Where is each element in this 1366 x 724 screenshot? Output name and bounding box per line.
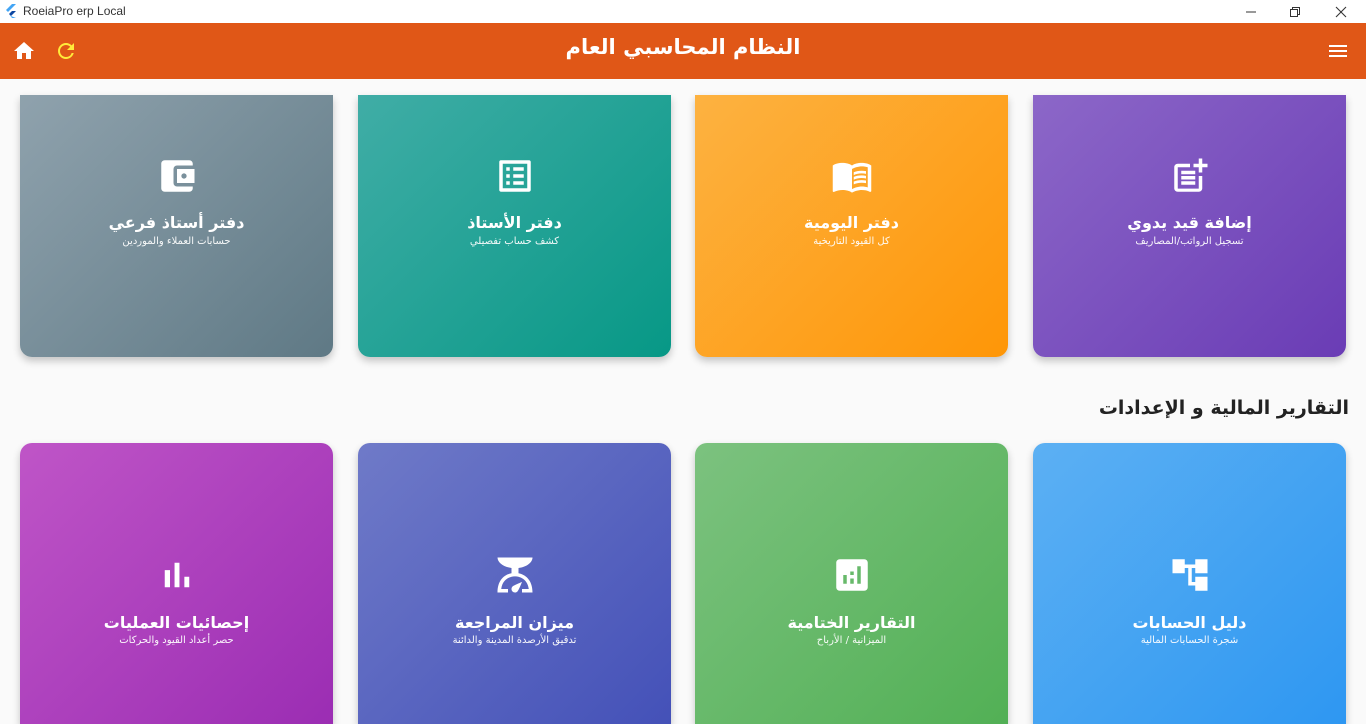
hamburger-menu-icon: [1329, 45, 1347, 57]
minimize-icon: [1246, 11, 1256, 12]
app-bar: النظام المحاسبي العام: [0, 23, 1366, 79]
card-subtitle: حسابات العملاء والموردين: [122, 236, 231, 247]
analytics-icon: [836, 559, 868, 591]
card-trial-balance[interactable]: ميزان المراجعة تدقيق الأرصدة المدينة وال…: [358, 443, 671, 724]
card-subtitle: حصر أعداد القيود والحركات: [119, 635, 234, 646]
close-icon: [1335, 6, 1347, 17]
card-subtitle: تسجيل الرواتب/المصاريف: [1135, 236, 1244, 247]
card-title: التقارير الختامية: [787, 613, 916, 632]
card-title: ميزان المراجعة: [454, 613, 575, 632]
card-title: إحصائيات العمليات: [103, 613, 250, 632]
close-button[interactable]: [1318, 0, 1364, 23]
home-button[interactable]: [12, 39, 36, 63]
card-title: دفتر اليومية: [804, 213, 899, 232]
card-chart-of-accounts[interactable]: دليل الحسابات شجرة الحسابات المالية: [1033, 443, 1346, 724]
minimize-button[interactable]: [1228, 0, 1274, 23]
card-general-ledger[interactable]: دفتر الأستاذ كشف حساب تفصيلي: [358, 95, 671, 357]
flutter-logo-icon: [6, 4, 16, 18]
card-final-reports[interactable]: التقارير الختامية الميزانية / الأرباح: [695, 443, 1008, 724]
menu-button[interactable]: [1326, 39, 1350, 63]
scale-icon: [497, 557, 533, 593]
window-titlebar: RoeiaPro erp Local: [0, 0, 1366, 23]
account-tree-icon: [1172, 559, 1208, 591]
card-subtitle: كل القيود التاريخية: [813, 236, 890, 247]
card-add-manual-entry[interactable]: إضافة قيد يدوي تسجيل الرواتب/المصاريف: [1033, 95, 1346, 357]
bar-chart-icon: [164, 562, 190, 588]
card-subtitle: تدقيق الأرصدة المدينة والدائنة: [452, 635, 577, 646]
refresh-button[interactable]: [54, 39, 78, 63]
wallet-icon: [161, 160, 195, 192]
card-title: دفتر الأستاذ: [467, 213, 562, 232]
card-title: دليل الحسابات: [1132, 613, 1247, 632]
open-book-icon: [832, 162, 872, 193]
window-title: RoeiaPro erp Local: [23, 4, 126, 18]
card-subtitle: شجرة الحسابات المالية: [1140, 635, 1239, 646]
section-title: التقارير المالية و الإعدادات: [1098, 397, 1349, 419]
post-add-icon: [1174, 158, 1208, 192]
card-operations-stats[interactable]: إحصائيات العمليات حصر أعداد القيود والحر…: [20, 443, 333, 724]
refresh-icon: [58, 43, 74, 59]
home-icon: [14, 42, 34, 59]
card-subtitle: الميزانية / الأرباح: [816, 635, 887, 646]
card-sub-ledger[interactable]: دفتر أستاذ فرعي حسابات العملاء والموردين: [20, 95, 333, 357]
page-title: النظام المحاسبي العام: [565, 35, 801, 59]
card-subtitle: كشف حساب تفصيلي: [469, 236, 560, 247]
restore-icon: [1290, 6, 1300, 17]
card-journal[interactable]: دفتر اليومية كل القيود التاريخية: [695, 95, 1008, 357]
card-title: إضافة قيد يدوي: [1127, 213, 1252, 232]
list-alt-icon: [499, 160, 531, 192]
card-title: دفتر أستاذ فرعي: [108, 213, 245, 232]
restore-button[interactable]: [1272, 0, 1318, 23]
